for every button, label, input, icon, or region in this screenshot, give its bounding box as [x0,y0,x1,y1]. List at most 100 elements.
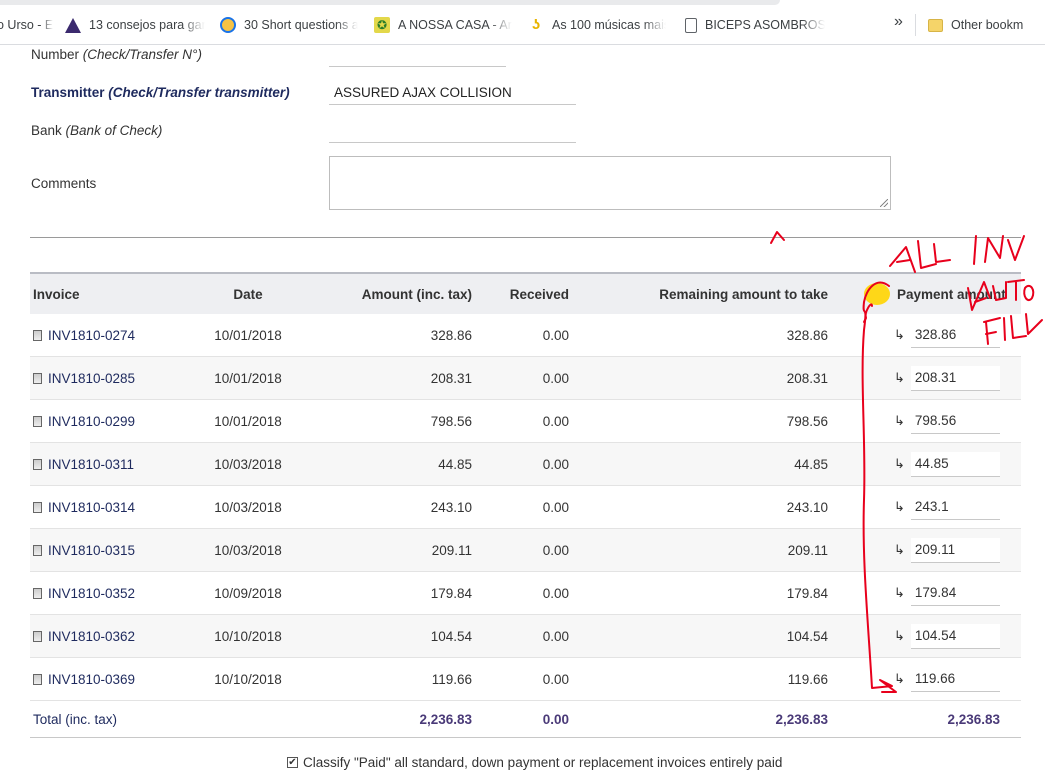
more-bookmarks-chevron-icon[interactable]: » [894,13,903,31]
total-payment: 2,236.83 [947,711,1000,727]
payment-cell: ↳ 798.56 [858,400,1000,442]
header-remaining: Remaining amount to take [659,286,828,302]
remaining-cell: 209.11 [787,542,828,558]
transmitter-label-text: Transmitter [31,85,105,100]
checkbox-checked-icon[interactable]: ✔ [287,757,298,768]
date-cell: 10/10/2018 [214,628,282,644]
other-bookmarks[interactable]: Other bookm [928,16,1045,34]
payment-amount-input[interactable]: 179.84 [910,580,1000,606]
document-icon[interactable] [33,458,42,470]
invoice-link[interactable]: INV1810-0299 [48,414,135,429]
fill-arrow-icon[interactable]: ↳ [894,585,905,601]
total-remaining: 2,236.83 [775,711,828,727]
total-amount: 2,236.83 [419,711,472,727]
classify-paid-option[interactable]: ✔ Classify "Paid" all standard, down pay… [287,755,782,770]
fill-arrow-icon[interactable]: ↳ [894,499,905,515]
number-label: Number (Check/Transfer N°) [31,47,202,62]
table-row: INV1810-0314 10/03/2018 243.10 0.00 243.10 ↳ 2… [30,486,1021,529]
invoice-link[interactable]: INV1810-0274 [48,328,135,343]
bookmark-item-3[interactable]: 30 Short questions ar [220,16,358,34]
invoice-cell[interactable]: INV1810-0352 [33,572,135,614]
document-icon[interactable] [33,673,42,685]
remaining-cell: 208.31 [786,370,828,386]
total-label: Total (inc. tax) [33,711,118,727]
bookmark-item-4[interactable]: ✪ A NOSSA CASA - Arr [374,16,512,34]
bank-input[interactable] [329,142,576,143]
classify-paid-label: Classify "Paid" all standard, down payme… [303,755,783,770]
fill-arrow-icon[interactable]: ↳ [894,327,905,343]
bookmark-item-1[interactable]: o Urso - E [0,16,55,34]
remaining-cell: 44.85 [794,456,828,472]
document-icon[interactable] [33,501,42,513]
transmitter-hint: (Check/Transfer transmitter) [108,85,290,100]
invoice-link[interactable]: INV1810-0369 [48,672,135,687]
document-icon[interactable] [33,372,42,384]
payment-amount-input[interactable]: 209.11 [910,537,1000,563]
invoice-link[interactable]: INV1810-0352 [48,586,135,601]
fill-arrow-icon[interactable]: ↳ [894,542,905,558]
resize-grip-icon[interactable] [880,199,888,207]
invoice-link[interactable]: INV1810-0315 [48,543,135,558]
bookmarks-separator [915,14,916,36]
document-icon[interactable] [33,587,42,599]
invoice-cell[interactable]: INV1810-0299 [33,400,135,442]
document-icon[interactable] [33,544,42,556]
invoice-cell[interactable]: INV1810-0369 [33,658,135,700]
payment-amount-input[interactable]: 44.85 [910,451,1000,477]
payment-amount-input[interactable]: 798.56 [910,408,1000,434]
bookmark-item-2[interactable]: 13 consejos para gan [65,16,205,34]
transmitter-input[interactable]: ASSURED AJAX COLLISION [334,85,512,100]
payment-cell: ↳ 208.31 [858,357,1000,399]
table-row: INV1810-0369 10/10/2018 119.66 0.00 119.66 ↳ 1… [30,658,1021,701]
table-row: INV1810-0352 10/09/2018 179.84 0.00 179.84 ↳ 1… [30,572,1021,615]
payment-amount-input[interactable]: 208.31 [910,365,1000,391]
amount-cell: 119.66 [431,671,472,687]
invoice-cell[interactable]: INV1810-0315 [33,529,135,571]
total-row: Total (inc. tax) 2,236.83 0.00 2,236.83 … [30,701,1021,738]
document-icon[interactable] [33,329,42,341]
document-icon[interactable] [33,415,42,427]
tab-strip-edge [0,0,780,5]
bookmark-label: 13 consejos para gan [89,18,205,32]
comments-textarea[interactable] [329,156,891,210]
remaining-cell: 243.10 [786,499,828,515]
invoice-link[interactable]: INV1810-0362 [48,629,135,644]
invoice-cell[interactable]: INV1810-0285 [33,357,135,399]
invoice-link[interactable]: INV1810-0314 [48,500,135,515]
total-received: 0.00 [542,711,569,727]
triangle-logo-icon [65,17,81,33]
payment-amount-input[interactable]: 104.54 [910,623,1000,649]
bank-hint: (Bank of Check) [65,123,163,138]
bookmark-item-5[interactable]: ʖ As 100 músicas mais [528,16,666,34]
bookmark-item-6[interactable]: BICEPS ASOMBROSO [685,16,825,34]
number-hint: (Check/Transfer N°) [82,47,202,62]
fill-arrow-icon[interactable]: ↳ [894,671,905,687]
invoice-cell[interactable]: INV1810-0311 [33,443,134,485]
fill-arrow-icon[interactable]: ↳ [894,456,905,472]
invoice-cell[interactable]: INV1810-0274 [33,314,135,356]
amount-cell: 209.11 [431,542,472,558]
fill-arrow-icon[interactable]: ↳ [894,628,905,644]
number-input[interactable] [329,66,506,67]
bookmarks-bar: o Urso - E 13 consejos para gan 30 Short… [0,0,1045,45]
payment-amount-input[interactable]: 328.86 [910,322,1000,348]
invoice-cell[interactable]: INV1810-0362 [33,615,135,657]
invoice-link[interactable]: INV1810-0285 [48,371,135,386]
table-row: INV1810-0285 10/01/2018 208.31 0.00 208.31 ↳ 2… [30,357,1021,400]
bookmark-label: BICEPS ASOMBROSO [705,18,825,32]
folder-icon [928,18,943,32]
header-received: Received [509,286,569,302]
received-cell: 0.00 [542,456,569,472]
amount-cell: 44.85 [438,456,472,472]
header-amount: Amount (inc. tax) [361,286,472,302]
fill-arrow-icon[interactable]: ↳ [894,370,905,386]
invoice-link[interactable]: INV1810-0311 [48,457,134,472]
document-icon[interactable] [33,630,42,642]
invoice-cell[interactable]: INV1810-0314 [33,486,135,528]
fill-arrow-icon[interactable]: ↳ [894,413,905,429]
header-invoice: Invoice [33,286,80,302]
payment-amount-input[interactable]: 119.66 [910,666,1000,692]
received-cell: 0.00 [542,499,569,515]
received-cell: 0.00 [542,413,569,429]
payment-amount-input[interactable]: 243.1 [910,494,1000,520]
